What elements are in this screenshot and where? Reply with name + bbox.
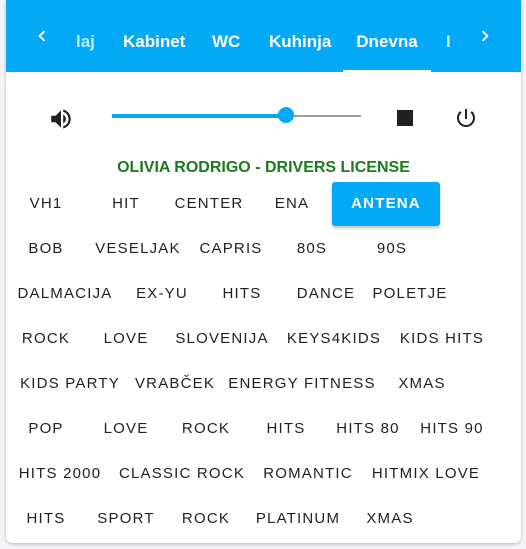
tab-dnevna[interactable]: Dnevna xyxy=(343,0,431,72)
stop-icon[interactable] xyxy=(397,110,413,126)
station-button[interactable]: VESELJAK xyxy=(90,227,186,271)
now-playing-title: OLIVIA RODRIGO - DRIVERS LICENSE xyxy=(117,159,410,176)
station-button[interactable]: DALMACIJA xyxy=(12,272,118,316)
radio-card: laj Kabinet WC Kuhinja Dnevna I OLIVIA R… xyxy=(6,0,521,543)
station-button[interactable]: HIT xyxy=(90,182,162,226)
station-row: VH1 HIT CENTER ENA ANTENA xyxy=(6,180,521,226)
station-button[interactable]: ROCK xyxy=(10,317,82,361)
station-button[interactable]: HITS xyxy=(10,497,82,541)
station-button[interactable]: HITS xyxy=(206,272,278,316)
station-grid: VH1 HIT CENTER ENA ANTENA BOB VESELJAK C… xyxy=(6,180,521,540)
chevron-left-icon[interactable] xyxy=(28,22,56,50)
volume-icon[interactable] xyxy=(48,106,74,132)
station-button[interactable]: ROMANTIC xyxy=(256,452,360,496)
station-button[interactable]: HITS 90 xyxy=(414,407,490,451)
volume-thumb[interactable] xyxy=(278,107,295,123)
station-button[interactable]: LOVE xyxy=(90,317,162,361)
tab-kabinet[interactable]: Kabinet xyxy=(123,0,185,72)
station-row: POP LOVE ROCK HITS HITS 80 HITS 90 xyxy=(6,405,521,450)
station-row: BOB VESELJAK CAPRIS 80S 90S xyxy=(6,225,521,270)
station-button[interactable]: CENTER xyxy=(170,182,248,226)
power-icon[interactable] xyxy=(454,106,478,130)
station-button[interactable]: KIDS HITS xyxy=(392,317,492,361)
room-tab-bar: laj Kabinet WC Kuhinja Dnevna I xyxy=(6,0,521,72)
station-button[interactable]: HITS xyxy=(250,407,322,451)
station-row: HITS SPORT ROCK PLATINUM XMAS xyxy=(6,495,521,540)
station-button[interactable]: ROCK xyxy=(170,497,242,541)
station-button[interactable]: DANCE xyxy=(286,272,366,316)
station-row: KIDS PARTY VRABČEK ENERGY FITNESS XMAS xyxy=(6,360,521,405)
station-button[interactable]: HITS 80 xyxy=(330,407,406,451)
station-button[interactable]: EX-YU xyxy=(126,272,198,316)
volume-fill xyxy=(112,114,287,118)
chevron-right-icon[interactable] xyxy=(471,22,499,50)
tab-wc[interactable]: WC xyxy=(212,0,240,72)
station-button[interactable]: ENERGY FITNESS xyxy=(224,362,380,406)
station-button[interactable]: 80S xyxy=(276,227,348,271)
station-button[interactable]: XMAS xyxy=(354,497,426,541)
station-button[interactable]: XMAS xyxy=(386,362,458,406)
station-button[interactable]: POP xyxy=(10,407,82,451)
station-button[interactable]: CLASSIC ROCK xyxy=(116,452,248,496)
station-button[interactable]: KIDS PARTY xyxy=(12,362,128,406)
station-button[interactable]: HITS 2000 xyxy=(12,452,108,496)
station-row: HITS 2000 CLASSIC ROCK ROMANTIC HITMIX L… xyxy=(6,450,521,495)
player-controls xyxy=(6,90,521,146)
station-button[interactable]: SPORT xyxy=(90,497,162,541)
station-button[interactable]: 90S xyxy=(356,227,428,271)
station-button[interactable]: KEYS4KIDS xyxy=(282,317,386,361)
station-button[interactable]: HITMIX LOVE xyxy=(366,452,486,496)
station-button[interactable]: ROCK xyxy=(170,407,242,451)
station-button[interactable]: VRABČEK xyxy=(130,362,220,406)
station-button[interactable]: BOB xyxy=(10,227,82,271)
station-button[interactable]: SLOVENIJA xyxy=(170,317,274,361)
station-row: DALMACIJA EX-YU HITS DANCE POLETJE xyxy=(6,270,521,315)
volume-slider[interactable] xyxy=(112,107,361,123)
station-button[interactable]: VH1 xyxy=(10,182,82,226)
tab-next-partial[interactable]: I xyxy=(446,0,451,72)
station-button[interactable]: PLATINUM xyxy=(250,497,346,541)
station-row: ROCK LOVE SLOVENIJA KEYS4KIDS KIDS HITS xyxy=(6,315,521,360)
station-button[interactable]: ENA xyxy=(256,182,328,226)
tab-laj[interactable]: laj xyxy=(76,0,95,72)
station-button[interactable]: CAPRIS xyxy=(194,227,268,271)
station-button[interactable]: LOVE xyxy=(90,407,162,451)
tab-kuhinja[interactable]: Kuhinja xyxy=(269,0,331,72)
station-button[interactable]: POLETJE xyxy=(370,272,450,316)
station-button-active[interactable]: ANTENA xyxy=(332,182,440,226)
